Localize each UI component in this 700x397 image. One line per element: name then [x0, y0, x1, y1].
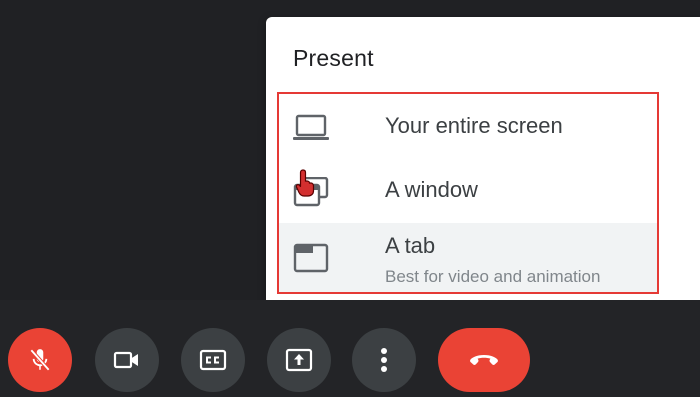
hand-cursor-icon: [295, 168, 315, 198]
call-end-icon: [469, 353, 499, 367]
present-option-tab[interactable]: A tab Best for video and animation: [279, 223, 659, 292]
captions-button[interactable]: [181, 328, 245, 392]
present-menu-title: Present: [293, 45, 374, 71]
camera-button[interactable]: [95, 328, 159, 392]
more-vert-icon: [380, 347, 388, 373]
microphone-button[interactable]: [8, 328, 72, 392]
leave-call-button[interactable]: [438, 328, 530, 392]
present-option-label: A tab: [385, 233, 436, 258]
videocam-icon: [113, 350, 141, 370]
tab-icon: [293, 243, 329, 273]
mic-off-icon: [27, 347, 53, 373]
laptop-icon: [293, 113, 329, 143]
present-option-window[interactable]: A window: [279, 159, 659, 221]
closed-caption-icon: [199, 349, 227, 371]
present-option-label: A window: [385, 177, 478, 202]
present-now-button[interactable]: [267, 328, 331, 392]
more-options-button[interactable]: [352, 328, 416, 392]
present-option-label: Your entire screen: [385, 113, 563, 138]
present-option-entire-screen[interactable]: Your entire screen: [279, 95, 659, 157]
present-option-sublabel: Best for video and animation: [385, 267, 601, 286]
present-menu: Present Your entire screen A window A ta…: [266, 17, 700, 300]
present-to-all-icon: [285, 348, 313, 372]
